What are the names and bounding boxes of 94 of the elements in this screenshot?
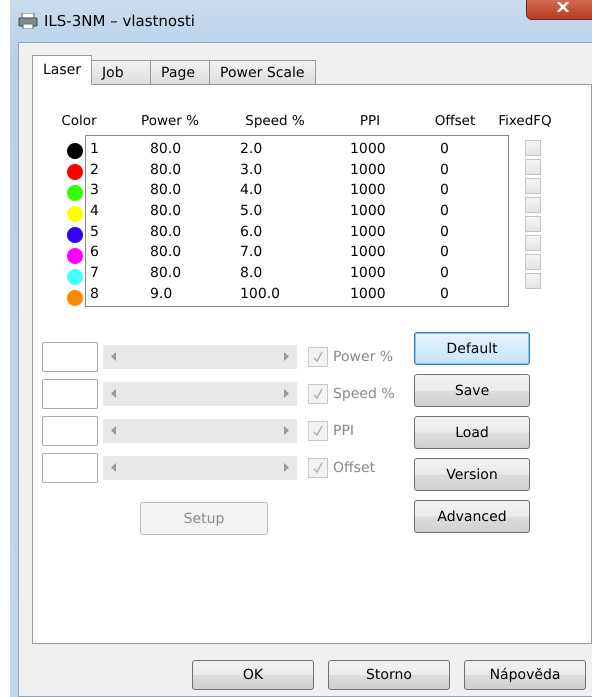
tab[interactable]: Job bbox=[91, 60, 152, 85]
table-cell-text: 8.0 bbox=[240, 264, 264, 284]
table-cell-text: 80.0 bbox=[150, 160, 182, 180]
right-arrow-icon[interactable] bbox=[284, 463, 289, 472]
checkbox[interactable] bbox=[525, 273, 541, 289]
checkbox-label: PPI bbox=[333, 422, 354, 438]
table-cell-text: 5 bbox=[90, 222, 100, 242]
column-header: Offset bbox=[434, 113, 476, 129]
table-cell-text: 0 bbox=[440, 160, 450, 180]
checkbox[interactable] bbox=[525, 216, 541, 232]
tab[interactable]: Power Scale bbox=[209, 60, 316, 85]
checkbox-label: Power % bbox=[333, 348, 394, 364]
color-list[interactable]: 1 80.0 2.0 1000 0 2 80.0 3.0 1000 0 3 80.0 4.0 1000 0 4 80.0 5.0 1000 0 5 80.0 6.0 1000 0 6 80.0 7.0 1000 0 7 80.0 8.0 1000 0 8 9.0 100.0 1000 0 bbox=[85, 135, 509, 307]
table-cell-text: 80.0 bbox=[150, 140, 182, 159]
table-cell-text: 7 bbox=[90, 264, 100, 284]
check-icon bbox=[312, 350, 324, 362]
table-cell-text: 8 bbox=[90, 284, 100, 304]
table-cell-text: 80.0 bbox=[150, 264, 182, 284]
table-cell-text: 3.0 bbox=[240, 160, 264, 180]
scroll-bar[interactable] bbox=[103, 344, 297, 368]
table-cell-text: 6 bbox=[90, 243, 100, 262]
table-cell-text: 9.0 bbox=[150, 284, 174, 304]
check-icon bbox=[312, 462, 324, 474]
table-cell-text: 100.0 bbox=[240, 284, 282, 304]
table-cell-text: 1000 bbox=[350, 160, 387, 180]
table-cell-text: 1000 bbox=[350, 284, 387, 304]
table-cell-text: 4.0 bbox=[240, 181, 264, 200]
table-cell-text: 1 bbox=[90, 140, 100, 159]
printer-icon bbox=[18, 13, 38, 29]
column-header: Color bbox=[60, 113, 98, 129]
checkbox[interactable] bbox=[525, 140, 541, 156]
table-cell-text: 0 bbox=[440, 264, 450, 284]
window-title: ILS-3NM – vlastnosti bbox=[44, 12, 195, 30]
table-cell-text: 0 bbox=[440, 284, 450, 304]
table-cell-text: 1000 bbox=[350, 222, 387, 242]
checkbox[interactable] bbox=[525, 254, 541, 270]
table-cell-text: 6.0 bbox=[240, 222, 264, 242]
check-icon bbox=[312, 388, 324, 400]
table-cell-text: 2 bbox=[90, 160, 100, 180]
table-cell-text: 80.0 bbox=[150, 222, 182, 242]
checkbox[interactable] bbox=[525, 159, 541, 175]
action-button[interactable]: Default bbox=[414, 332, 530, 365]
table-cell-text: 7.0 bbox=[240, 243, 264, 262]
checkbox[interactable] bbox=[525, 235, 541, 251]
table-cell-text: 80.0 bbox=[150, 202, 182, 222]
tab[interactable]: Laser bbox=[32, 55, 92, 85]
column-header: Speed % bbox=[244, 113, 306, 129]
check-icon bbox=[312, 424, 324, 436]
column-header: Power % bbox=[140, 113, 200, 129]
right-arrow-icon[interactable] bbox=[284, 426, 289, 435]
table-cell-text: 2.0 bbox=[240, 140, 264, 159]
scroll-bar[interactable] bbox=[103, 456, 297, 480]
input-field[interactable] bbox=[42, 416, 98, 446]
dialog-button[interactable]: OK bbox=[192, 660, 314, 690]
dialog-button[interactable]: Nápověda bbox=[464, 660, 586, 690]
column-header: PPI bbox=[358, 113, 382, 129]
scroll-bar[interactable] bbox=[103, 418, 297, 442]
tab[interactable]: Page bbox=[150, 60, 210, 85]
table-cell-text: 1000 bbox=[350, 181, 387, 200]
table-cell-text: 1000 bbox=[350, 243, 387, 262]
scroll-bar[interactable] bbox=[103, 382, 297, 406]
table-cell-text: 3 bbox=[90, 181, 100, 200]
table-cell-text: 5.0 bbox=[240, 202, 264, 222]
input-field[interactable] bbox=[42, 378, 98, 408]
left-arrow-icon[interactable] bbox=[111, 426, 116, 435]
table-cell-text: 0 bbox=[440, 222, 450, 242]
action-button[interactable]: Advanced bbox=[414, 500, 530, 533]
table-cell-text: 1000 bbox=[350, 264, 387, 284]
table-cell-text: 0 bbox=[440, 181, 450, 200]
table-cell-text: 4 bbox=[90, 202, 100, 222]
right-arrow-icon[interactable] bbox=[284, 389, 289, 398]
close-icon bbox=[557, 2, 569, 12]
left-arrow-icon[interactable] bbox=[111, 389, 116, 398]
left-arrow-icon[interactable] bbox=[111, 352, 116, 361]
right-arrow-icon[interactable] bbox=[284, 352, 289, 361]
checkbox-label: Offset bbox=[333, 460, 376, 476]
action-button[interactable]: Save bbox=[414, 374, 530, 407]
action-button[interactable]: Version bbox=[414, 458, 530, 491]
table-cell-text: 1000 bbox=[350, 140, 387, 159]
input-field[interactable] bbox=[42, 452, 98, 482]
column-header: FixedFQ bbox=[497, 113, 553, 129]
checkbox-label: Speed % bbox=[333, 386, 395, 402]
table-cell-text: 0 bbox=[440, 243, 450, 262]
checkbox[interactable] bbox=[525, 178, 541, 194]
action-button[interactable]: Load bbox=[414, 416, 530, 449]
dialog-button[interactable]: Storno bbox=[328, 660, 450, 690]
left-arrow-icon[interactable] bbox=[111, 463, 116, 472]
table-cell-text: 80.0 bbox=[150, 181, 182, 200]
table-cell-text: 80.0 bbox=[150, 243, 182, 262]
table-cell-text: 1000 bbox=[350, 202, 387, 222]
checkbox[interactable] bbox=[525, 197, 541, 213]
input-field[interactable] bbox=[42, 342, 98, 372]
table-cell-text: 0 bbox=[440, 140, 450, 159]
table-cell-text: 0 bbox=[440, 202, 450, 222]
